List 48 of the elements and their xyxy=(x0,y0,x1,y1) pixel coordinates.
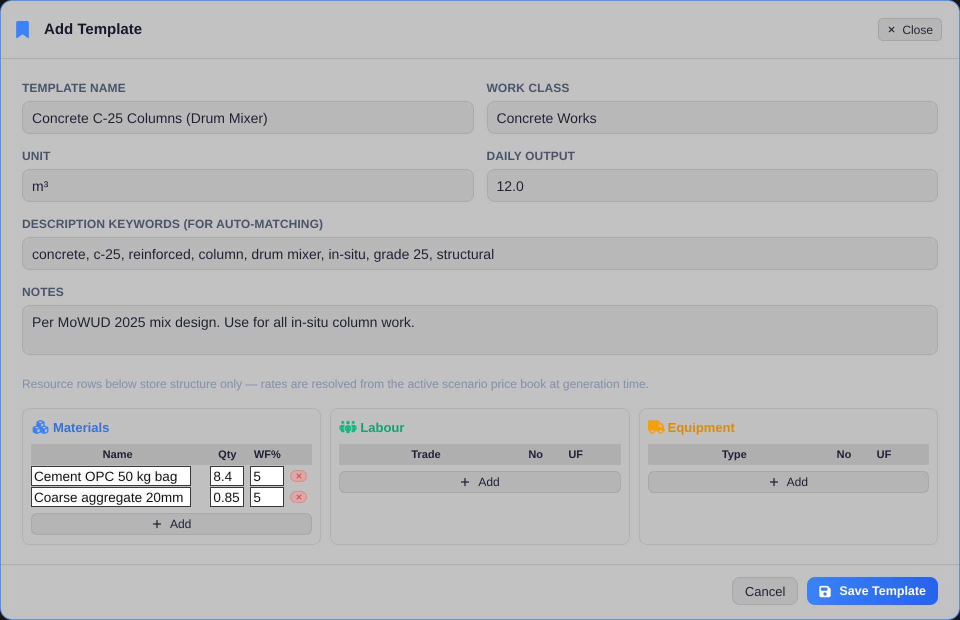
field-label: UNIT xyxy=(22,149,50,163)
save-button[interactable]: Save Template xyxy=(807,577,938,605)
cell-input[interactable]: Cement OPC 50 kg bag xyxy=(31,466,191,486)
x-icon xyxy=(294,493,303,501)
cell-input[interactable]: 0.85 xyxy=(210,487,244,507)
cell-input[interactable]: 5 xyxy=(250,466,284,486)
column-header: Trade xyxy=(411,448,441,460)
cell-input[interactable]: 5 xyxy=(250,487,284,507)
column-header: Qty xyxy=(218,448,236,460)
hint-text: Resource rows below store structure only — rates are resolved from the active scenario price book at generation time. xyxy=(22,377,649,391)
bookmark-icon xyxy=(16,21,29,38)
close-icon xyxy=(887,25,896,34)
field-label: TEMPLATE NAME xyxy=(22,81,126,95)
save-icon xyxy=(819,584,832,598)
add-button[interactable]: Add xyxy=(648,471,929,493)
remove-button[interactable] xyxy=(290,491,308,503)
plus-icon xyxy=(460,477,470,487)
column-header: No xyxy=(836,448,852,460)
text-field[interactable]: Concrete Works xyxy=(486,101,938,134)
x-icon xyxy=(294,472,303,480)
plus-icon xyxy=(152,519,162,529)
field-label: DAILY OUTPUT xyxy=(486,149,576,163)
column-header: WF% xyxy=(254,448,281,460)
text-field[interactable]: Concrete C-25 Columns (Drum Mixer) xyxy=(22,101,474,134)
dialog-title: Add Template xyxy=(44,21,142,38)
column-header: Type xyxy=(722,448,747,460)
column-header: UF xyxy=(568,448,583,460)
notes-field[interactable]: Per MoWUD 2025 mix design. Use for all in-situ column work. xyxy=(22,305,938,355)
remove-button[interactable] xyxy=(290,470,308,482)
plus-icon xyxy=(768,477,779,487)
field-label: WORK CLASS xyxy=(486,81,570,95)
panel-title: Materials xyxy=(53,420,110,434)
add-button[interactable]: Add xyxy=(31,513,312,535)
text-field[interactable]: m³ xyxy=(22,169,474,202)
cell-input[interactable]: 8.4 xyxy=(210,466,244,486)
cancel-button[interactable]: Cancel xyxy=(732,577,798,605)
column-header: Name xyxy=(102,448,133,460)
text-field[interactable]: concrete, c-25, reinforced, column, drum mixer, in-situ, grade 25, structural xyxy=(22,237,938,270)
field-label: DESCRIPTION KEYWORDS (FOR AUTO-MATCHING) xyxy=(22,217,324,231)
add-button[interactable]: Add xyxy=(339,471,621,493)
column-header: UF xyxy=(876,448,892,460)
close-button[interactable]: Close xyxy=(878,18,942,41)
panel-title: Labour xyxy=(360,420,404,434)
cell-input[interactable]: Coarse aggregate 20mm xyxy=(31,487,191,507)
column-header: No xyxy=(528,448,543,460)
text-field[interactable]: 12.0 xyxy=(486,169,938,202)
field-label: NOTES xyxy=(22,285,64,299)
panel-title: Equipment xyxy=(668,420,735,434)
